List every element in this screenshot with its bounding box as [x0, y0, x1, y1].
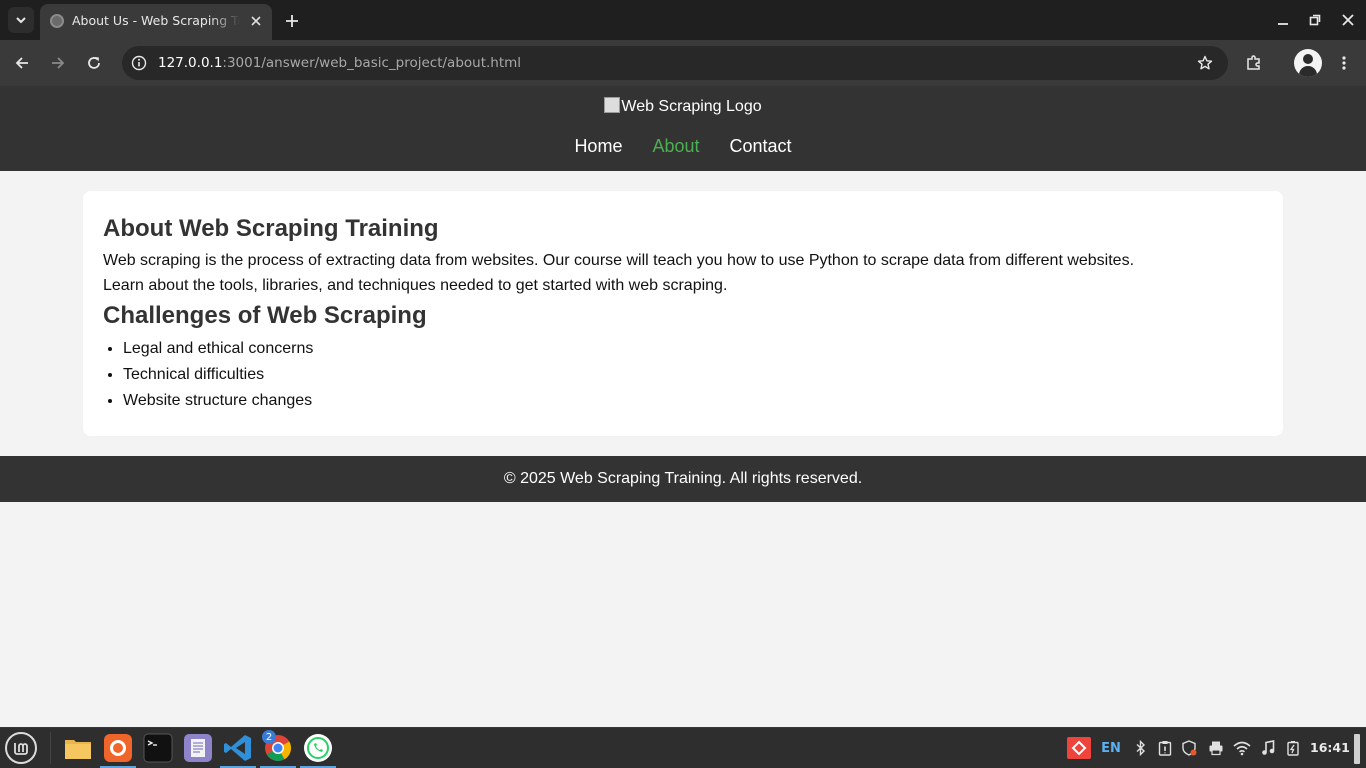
puzzle-icon: [1247, 55, 1260, 70]
browser-tabstrip: About Us - Web Scraping Training: [0, 0, 1366, 40]
anydesk-icon[interactable]: [1067, 737, 1091, 759]
music-note-icon[interactable]: [1259, 737, 1277, 759]
site-footer: © 2025 Web Scraping Training. All rights…: [0, 456, 1366, 502]
logo-alt-text: Web Scraping Logo: [621, 98, 762, 115]
url-path: :3001/answer/web_basic_project/about.htm…: [222, 55, 522, 71]
list-item: Legal and ethical concerns: [123, 336, 1263, 362]
url-text[interactable]: 127.0.0.1:3001/answer/web_basic_project/…: [158, 55, 521, 71]
vscode-icon[interactable]: [220, 732, 256, 768]
main-nav: Home About Contact: [0, 136, 1366, 157]
new-tab-button[interactable]: [280, 9, 304, 33]
firefox-icon[interactable]: [100, 732, 136, 768]
browser-toolbar: 127.0.0.1:3001/answer/web_basic_project/…: [0, 40, 1366, 86]
profile-avatar[interactable]: [1294, 49, 1322, 77]
back-button[interactable]: [10, 51, 34, 75]
chevron-down-icon: [16, 17, 26, 24]
list-item: Website structure changes: [123, 388, 1263, 414]
keyboard-layout-indicator[interactable]: EN: [1099, 737, 1123, 759]
shield-icon[interactable]: [1180, 737, 1198, 759]
forward-button[interactable]: [46, 51, 70, 75]
close-tab-button[interactable]: [248, 13, 264, 29]
battery-charging-icon[interactable]: [1284, 737, 1302, 759]
taskbar-clock[interactable]: 16:41: [1310, 740, 1350, 755]
close-icon: [1342, 14, 1354, 26]
page-title: About Web Scraping Training: [103, 215, 439, 242]
minimize-button[interactable]: [1273, 10, 1293, 30]
reload-icon: [88, 57, 100, 69]
challenges-list: Legal and ethical concerns Technical dif…: [103, 336, 1263, 414]
arrow-left-icon: [15, 57, 28, 69]
plus-icon: [286, 15, 298, 27]
restore-icon: [1309, 14, 1321, 26]
footer-copyright: © 2025 Web Scraping Training. All rights…: [503, 470, 863, 487]
whatsapp-icon[interactable]: [300, 732, 336, 768]
close-window-button[interactable]: [1338, 10, 1358, 30]
show-desktop-button[interactable]: [1354, 734, 1360, 764]
wifi-icon[interactable]: [1232, 737, 1252, 759]
taskbar-separator: [50, 732, 51, 764]
tools-paragraph: Learn about the tools, libraries, and te…: [103, 277, 728, 294]
chrome-icon[interactable]: 2: [260, 730, 296, 768]
arrow-right-icon: [52, 57, 65, 69]
browser-tab-active[interactable]: About Us - Web Scraping Training: [40, 4, 272, 40]
nav-link-contact[interactable]: Contact: [730, 136, 792, 157]
intro-paragraph: Web scraping is the process of extractin…: [103, 252, 1135, 269]
files-icon[interactable]: [62, 732, 94, 764]
bluetooth-icon[interactable]: [1133, 737, 1149, 759]
challenges-heading: Challenges of Web Scraping: [103, 302, 427, 329]
site-info-icon[interactable]: [130, 54, 148, 72]
extensions-button[interactable]: [1242, 51, 1266, 75]
url-host: 127.0.0.1: [158, 55, 223, 71]
minimize-icon: [1278, 23, 1288, 25]
site-header: Web Scraping Logo Home About Contact: [0, 86, 1366, 171]
globe-icon: [50, 14, 64, 28]
start-menu-button[interactable]: [5, 732, 37, 764]
browser-menu-button[interactable]: [1332, 51, 1356, 75]
tab-title: About Us - Web Scraping Training: [72, 13, 240, 28]
site-logo[interactable]: Web Scraping Logo: [0, 97, 1366, 116]
chrome-window-count-badge: 2: [262, 730, 276, 744]
address-bar[interactable]: 127.0.0.1:3001/answer/web_basic_project/…: [122, 46, 1228, 80]
broken-image-icon: [604, 97, 621, 113]
reload-button[interactable]: [82, 51, 106, 75]
system-taskbar: 2 EN 16:41: [0, 727, 1366, 768]
terminal-icon[interactable]: [142, 732, 174, 764]
text-editor-icon[interactable]: [182, 732, 214, 764]
clipboard-icon[interactable]: [1156, 737, 1174, 759]
printer-icon[interactable]: [1207, 737, 1225, 759]
close-icon: [251, 16, 261, 26]
content-card: About Web Scraping Training Web scraping…: [83, 191, 1283, 436]
tab-search-button[interactable]: [8, 7, 34, 33]
page-viewport: Web Scraping Logo Home About Contact Abo…: [0, 86, 1366, 727]
list-item: Technical difficulties: [123, 362, 1263, 388]
maximize-button[interactable]: [1305, 10, 1325, 30]
bookmark-star-icon[interactable]: [1196, 54, 1214, 72]
nav-link-about[interactable]: About: [652, 136, 699, 157]
nav-link-home[interactable]: Home: [574, 136, 622, 157]
mint-logo-icon: [14, 743, 28, 755]
kebab-menu-icon: [1342, 56, 1346, 70]
